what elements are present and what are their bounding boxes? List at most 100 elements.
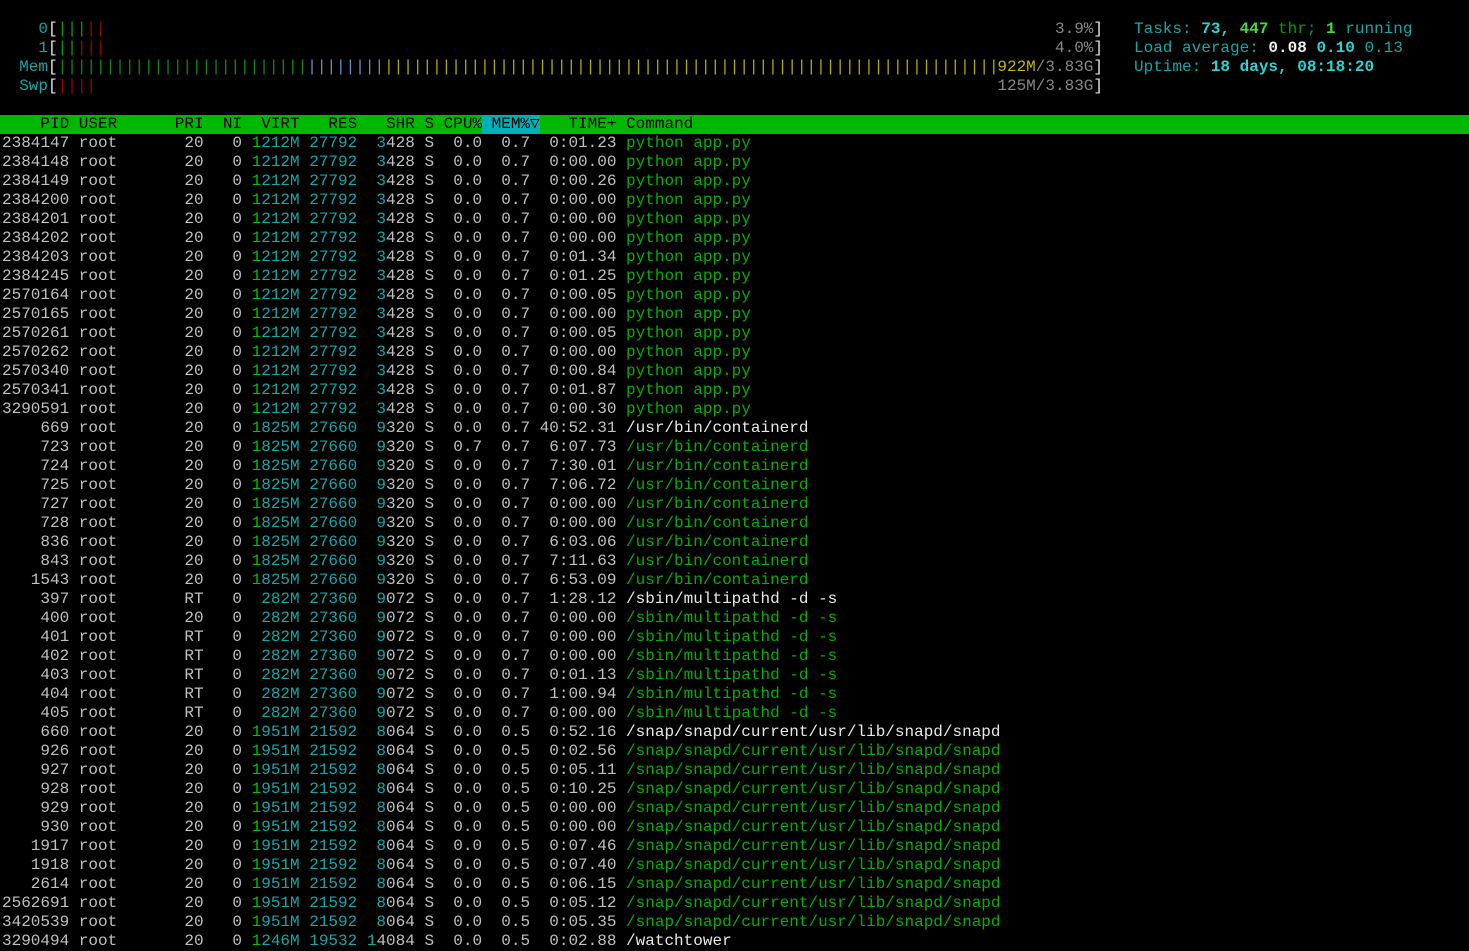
process-row[interactable]: 723 root 20 0 1825M 27660 9320 S 0.7 0.7 6:07.73/u… bbox=[2, 438, 1001, 457]
process-row[interactable]: 930 root 20 0 1951M 21592 8064 S 0.0 0.5 0:00.00/s… bbox=[2, 818, 1000, 837]
cell-mem: 0.7 bbox=[501, 457, 531, 475]
cell-time: 0:00.00 bbox=[549, 495, 617, 513]
cell-res: 21592 bbox=[309, 818, 358, 836]
cell-pri: RT bbox=[184, 590, 204, 608]
process-row[interactable]: 2384200 root 20 0 1212M 27792 3428 S 0.0 0.7 0:00.… bbox=[2, 191, 1001, 210]
process-row[interactable]: 2570341 root 20 0 1212M 27792 3428 S 0.0 0.7 0:01.… bbox=[2, 381, 1001, 400]
process-row[interactable]: 2570262 root 20 0 1212M 27792 3428 S 0.0 0.7 0:00.… bbox=[2, 343, 1001, 362]
process-row[interactable]: 1543 root 20 0 1825M 27660 9320 S 0.0 0.7 6:53.09 /… bbox=[2, 571, 1001, 590]
cell-res: 27792 bbox=[309, 248, 358, 266]
cell-shr: 9072 bbox=[376, 609, 415, 627]
cell-virt: 1212M bbox=[251, 362, 300, 380]
column-header-pri[interactable]: PRI bbox=[165, 115, 204, 134]
column-header-res[interactable]: RES bbox=[300, 115, 357, 134]
cell-ni: 0 bbox=[232, 856, 243, 874]
cell-pid: 2570261 bbox=[2, 324, 70, 342]
cell-command: /sbin/multipathd -d -s bbox=[626, 685, 838, 703]
process-row[interactable]: 928 root 20 0 1951M 21592 8064 S 0.0 0.5 0:10.25/s… bbox=[2, 780, 1000, 799]
swap-bars: |||| bbox=[58, 77, 998, 96]
cell-pid: 2570340 bbox=[2, 362, 70, 380]
process-row[interactable]: 728 root 20 0 1825M 27660 9320 S 0.0 0.7 0:00.00/u… bbox=[2, 514, 1001, 533]
process-row[interactable]: 402 root RT 0 282M 27360 9072 S 0.0 0.7 0:00.00/sb… bbox=[2, 647, 1001, 666]
process-row[interactable]: 2562691 root 20 0 1951M 21592 8064 S 0.0 0.5 0:05.… bbox=[2, 894, 1001, 913]
column-header-virt[interactable]: VIRT bbox=[242, 115, 299, 134]
process-row[interactable]: 2570340 root 20 0 1212M 27792 3428 S 0.0 0.7 0:00.… bbox=[2, 362, 1001, 381]
process-list[interactable]: 2384147 root 20 0 1212M 27792 3428 S 0.0 0.7 0:01.… bbox=[2, 134, 1001, 951]
load-average-line: Load average: 0.08 0.10 0.13 bbox=[1134, 39, 1412, 58]
cell-ni: 0 bbox=[232, 609, 243, 627]
process-row[interactable]: 2384201 root 20 0 1212M 27792 3428 S 0.0 0.7 0:00.… bbox=[2, 210, 1001, 229]
process-row[interactable]: 660 root 20 0 1951M 21592 8064 S 0.0 0.5 0:52.16/s… bbox=[2, 723, 1000, 742]
column-header-command[interactable]: Command bbox=[626, 115, 693, 134]
cell-mem: 0.7 bbox=[501, 153, 531, 171]
process-row[interactable]: 400 root 20 0 282M 27360 9072 S 0.0 0.7 0:00.00/sb… bbox=[2, 609, 1001, 628]
column-header-ni[interactable]: NI bbox=[204, 115, 242, 134]
process-row[interactable]: 2570164 root 20 0 1212M 27792 3428 S 0.0 0.7 0:00.… bbox=[2, 286, 1001, 305]
process-row[interactable]: 725 root 20 0 1825M 27660 9320 S 0.0 0.7 7:06.72/u… bbox=[2, 476, 1001, 495]
column-header-cpu[interactable]: CPU% bbox=[434, 115, 482, 134]
process-row[interactable]: 1918 root 20 0 1951M 21592 8064 S 0.0 0.5 0:07.40 /… bbox=[2, 856, 1001, 875]
process-row[interactable]: 403 root RT 0 282M 27360 9072 S 0.0 0.7 0:01.13/sb… bbox=[2, 666, 1001, 685]
cell-res: 27792 bbox=[309, 210, 358, 228]
cell-res: 27660 bbox=[309, 419, 358, 437]
column-header-state[interactable]: S bbox=[415, 115, 434, 134]
cell-shr: 9072 bbox=[376, 666, 415, 684]
process-row[interactable]: 3290591 root 20 0 1212M 27792 3428 S 0.0 0.7 0:00.… bbox=[2, 400, 1001, 419]
cell-time: 6:07.73 bbox=[549, 438, 617, 456]
process-row[interactable]: 3290494 root 20 0 1246M 19532 14084 S 0.0 0.5 0:02… bbox=[2, 932, 1001, 951]
cell-ni: 0 bbox=[232, 172, 243, 190]
process-row[interactable]: 2384203 root 20 0 1212M 27792 3428 S 0.0 0.7 0:01.… bbox=[2, 248, 1001, 267]
process-row[interactable]: 401 root RT 0 282M 27360 9072 S 0.0 0.7 0:00.00/sb… bbox=[2, 628, 1001, 647]
cell-cpu: 0.0 bbox=[453, 894, 483, 912]
process-row[interactable]: 843 root 20 0 1825M 27660 9320 S 0.0 0.7 7:11.63/u… bbox=[2, 552, 1001, 571]
column-header-user[interactable]: USER bbox=[79, 115, 165, 134]
cell-pri: 20 bbox=[184, 514, 204, 532]
cell-pri: 20 bbox=[184, 875, 204, 893]
cell-user: root bbox=[78, 609, 118, 627]
cell-shr: 9320 bbox=[376, 419, 415, 437]
cell-command: /snap/snapd/current/usr/lib/snapd/snapd bbox=[626, 761, 1001, 779]
process-row[interactable]: 2614 root 20 0 1951M 21592 8064 S 0.0 0.5 0:06.15 /… bbox=[2, 875, 1001, 894]
cell-cpu: 0.0 bbox=[453, 552, 483, 570]
process-row[interactable]: 669 root 20 0 1825M 27660 9320 S 0.0 0.7 40:52.31 /… bbox=[2, 419, 1001, 438]
cell-command: /sbin/multipathd -d -s bbox=[626, 704, 838, 722]
column-header-shr[interactable]: SHR bbox=[357, 115, 415, 134]
cell-pid: 2570341 bbox=[2, 381, 70, 399]
cell-pri: 20 bbox=[184, 191, 204, 209]
cell-shr: 3428 bbox=[376, 248, 415, 266]
process-row[interactable]: 929 root 20 0 1951M 21592 8064 S 0.0 0.5 0:00.00/s… bbox=[2, 799, 1000, 818]
process-row[interactable]: 2384149 root 20 0 1212M 27792 3428 S 0.0 0.7 0:00.… bbox=[2, 172, 1001, 191]
column-header-time[interactable]: TIME+ bbox=[530, 115, 616, 134]
column-header-pid[interactable]: PID bbox=[2, 115, 69, 134]
cell-mem: 0.5 bbox=[501, 723, 531, 741]
cell-user: root bbox=[78, 647, 118, 665]
cell-cpu: 0.0 bbox=[453, 761, 483, 779]
cell-ni: 0 bbox=[232, 552, 243, 570]
cell-pri: 20 bbox=[184, 419, 204, 437]
process-row[interactable]: 1917 root 20 0 1951M 21592 8064 S 0.0 0.5 0:07.46 /… bbox=[2, 837, 1001, 856]
process-row[interactable]: 727 root 20 0 1825M 27660 9320 S 0.0 0.7 0:00.00/u… bbox=[2, 495, 1001, 514]
cell-mem: 0.7 bbox=[501, 666, 531, 684]
process-row[interactable]: 3420539 root 20 0 1951M 21592 8064 S 0.0 0.5 0:05.… bbox=[2, 913, 1001, 932]
process-row[interactable]: 927 root 20 0 1951M 21592 8064 S 0.0 0.5 0:05.11/s… bbox=[2, 761, 1001, 780]
process-row[interactable]: 404 root RT 0 282M 27360 9072 S 0.0 0.7 1:00.94/sb… bbox=[2, 685, 1001, 704]
cell-pid: 2384202 bbox=[2, 229, 70, 247]
process-row[interactable]: 2570261 root 20 0 1212M 27792 3428 S 0.0 0.7 0:00.… bbox=[2, 324, 1001, 343]
cell-command: /usr/bin/containerd bbox=[626, 571, 809, 589]
process-row[interactable]: 2570165 root 20 0 1212M 27792 3428 S 0.0 0.7 0:00.… bbox=[2, 305, 1001, 324]
process-row[interactable]: 2384202 root 20 0 1212M 27792 3428 S 0.0 0.7 0:00.… bbox=[2, 229, 1001, 248]
process-row[interactable]: 724 root 20 0 1825M 27660 9320 S 0.0 0.7 7:30.01/u… bbox=[2, 457, 1001, 476]
process-row[interactable]: 397 root RT 0 282M 27360 9072 S 0.0 0.7 1:28.12/sb… bbox=[2, 590, 1001, 609]
process-row[interactable]: 836 root 20 0 1825M 27660 9320 S 0.0 0.7 6:03.06/u… bbox=[2, 533, 1001, 552]
process-row[interactable]: 926 root 20 0 1951M 21592 8064 S 0.0 0.5 0:02.56/s… bbox=[2, 742, 1000, 761]
cell-ni: 0 bbox=[232, 761, 243, 779]
cell-shr: 9072 bbox=[376, 628, 415, 646]
cell-user: root bbox=[78, 248, 118, 266]
process-row[interactable]: 2384148 root 20 0 1212M 27792 3428 S 0.0 0.7 0:00.… bbox=[2, 153, 1001, 172]
process-row[interactable]: 2384245 root 20 0 1212M 27792 3428 S 0.0 0.7 0:01.… bbox=[2, 267, 1001, 286]
process-row[interactable]: 2384147 root 20 0 1212M 27792 3428 S 0.0 0.7 0:01.… bbox=[2, 134, 1001, 153]
meter-segment-cache: ||||||||||||||||||||||||||||||||||||||||… bbox=[384, 58, 998, 76]
cell-cpu: 0.0 bbox=[453, 419, 483, 437]
process-row[interactable]: 405 root RT 0 282M 27360 9072 S 0.0 0.7 0:00.00/sb… bbox=[2, 704, 1001, 723]
cell-mem: 0.7 bbox=[501, 438, 531, 456]
